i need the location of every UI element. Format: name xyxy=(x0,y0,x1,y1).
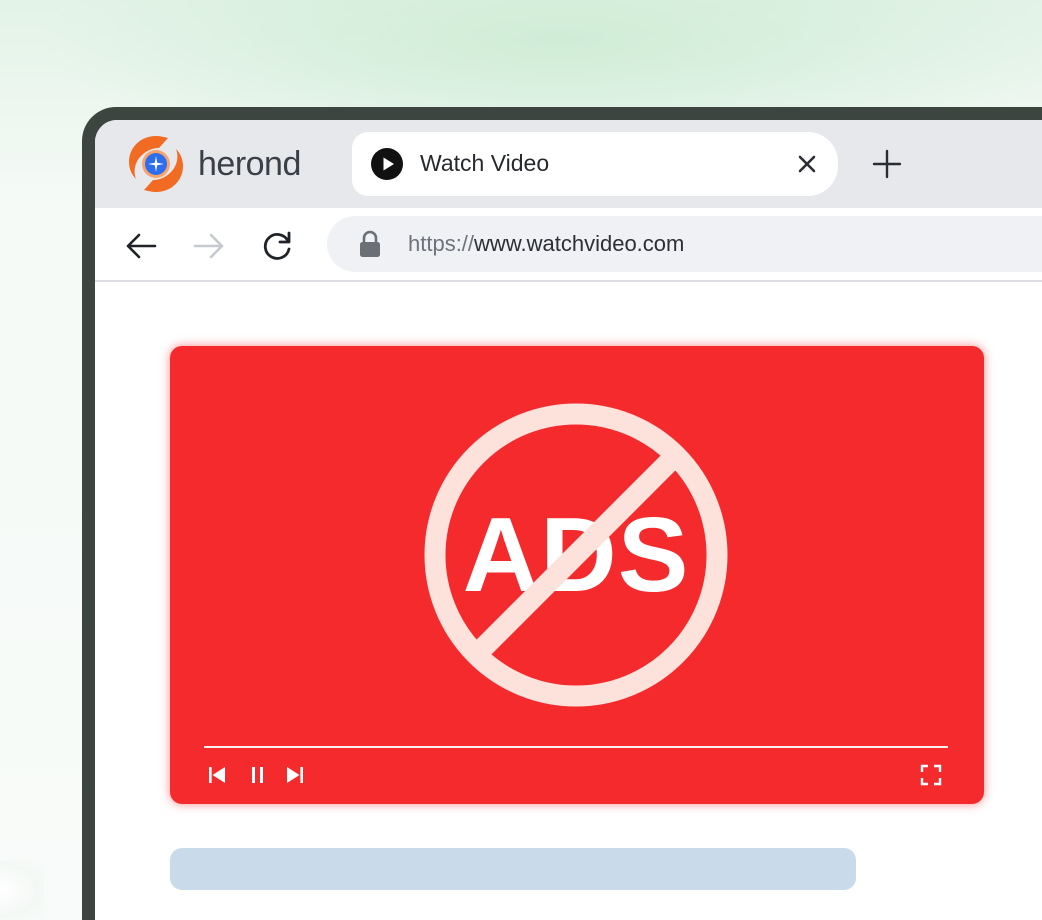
tab-strip: herond Watch Video xyxy=(95,120,1042,208)
play-icon xyxy=(371,148,403,180)
skip-forward-icon[interactable] xyxy=(284,764,306,786)
herond-logo-icon xyxy=(129,136,183,192)
video-player[interactable]: ADS xyxy=(170,346,984,804)
no-ads-sign: ADS xyxy=(423,402,729,708)
reload-icon[interactable] xyxy=(259,228,295,264)
toolbar: https://www.watchvideo.com xyxy=(95,208,1042,282)
close-icon[interactable] xyxy=(795,152,819,176)
progress-bar[interactable] xyxy=(204,746,948,748)
address-bar[interactable]: https://www.watchvideo.com xyxy=(327,216,1042,272)
url-host: www.watchvideo.com xyxy=(474,231,685,256)
brand-name: herond xyxy=(198,144,301,183)
brand: herond xyxy=(125,132,301,196)
browser-window: herond Watch Video https://www.watchvide… xyxy=(95,120,1042,920)
pause-icon[interactable] xyxy=(247,764,269,786)
plus-icon[interactable] xyxy=(871,148,903,180)
arrow-right-icon[interactable] xyxy=(191,228,227,264)
lock-icon xyxy=(360,230,380,257)
skip-back-icon[interactable] xyxy=(206,764,228,786)
fullscreen-icon[interactable] xyxy=(920,764,942,786)
content-placeholder-bar xyxy=(170,848,856,890)
arrow-left-icon[interactable] xyxy=(123,228,159,264)
page-content: ADS xyxy=(95,282,1042,920)
url-text: https://www.watchvideo.com xyxy=(408,231,684,257)
url-scheme: https:// xyxy=(408,231,475,256)
tab-title: Watch Video xyxy=(420,150,550,176)
no-sign-icon xyxy=(424,403,728,707)
tab-watch-video[interactable]: Watch Video xyxy=(352,132,838,196)
background-corner xyxy=(0,860,44,920)
